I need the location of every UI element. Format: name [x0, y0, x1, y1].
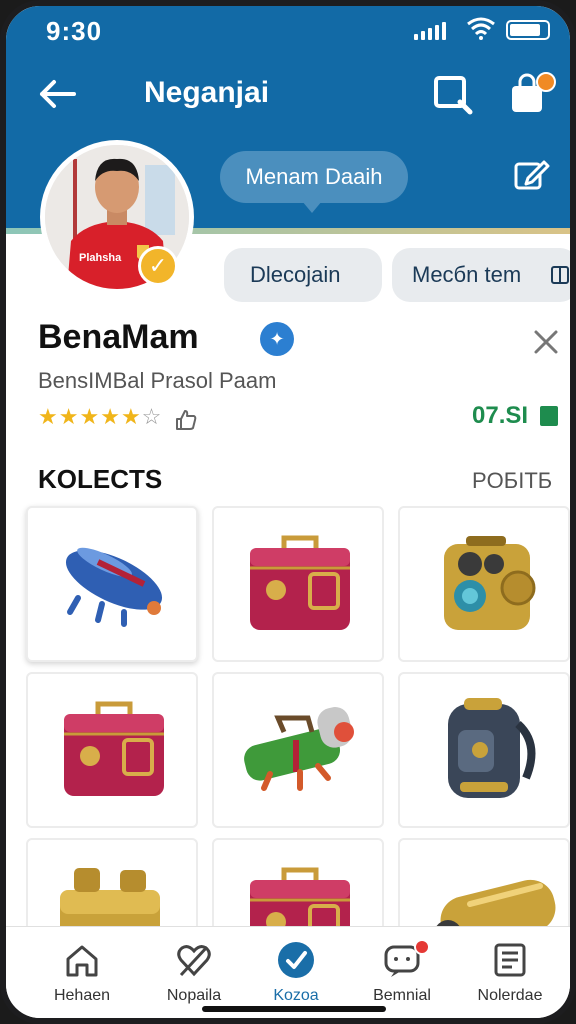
nav-label: Nolerdae — [477, 987, 543, 1004]
thumbs-up-icon[interactable] — [174, 408, 198, 432]
verified-check-icon: ✓ — [138, 246, 178, 286]
nav-item-kozoa[interactable]: Kozoa — [246, 941, 346, 1005]
home-icon — [66, 945, 98, 977]
collection-item[interactable] — [26, 672, 198, 828]
tab-dlecojain[interactable]: Dlecojain — [224, 248, 382, 302]
tab-mecbn-tem[interactable]: Mecбn tem — [392, 248, 570, 302]
collection-item[interactable] — [212, 506, 384, 662]
tab-label: Mecбn tem — [412, 262, 522, 287]
profile-subtitle: BensIMBal Prasol Paam — [38, 368, 277, 393]
status-time: 9:30 — [46, 16, 103, 46]
section-link[interactable]: POБITБ — [472, 468, 552, 494]
star-full-icon: ★ — [100, 404, 121, 429]
back-arrow-icon[interactable] — [34, 74, 78, 114]
edit-icon[interactable] — [512, 156, 550, 194]
section-title: KOLECTS — [38, 464, 163, 494]
red-suitcase-icon — [64, 701, 164, 796]
search-icon[interactable] — [430, 72, 476, 118]
jersey-text: Plahsha — [79, 252, 122, 264]
check-circle-icon — [278, 942, 314, 978]
cart-button[interactable] — [506, 72, 558, 118]
bookmark-icon — [540, 406, 558, 426]
message-bubble[interactable]: Menam Daaih — [220, 151, 408, 213]
battery-icon — [506, 20, 550, 40]
nav-item-nopaila[interactable]: Nopaila — [144, 941, 244, 1005]
wifi-icon — [467, 17, 495, 40]
page-title: Neganjai — [144, 76, 270, 109]
star-full-icon: ★ — [79, 404, 101, 429]
nav-label: Kozoa — [273, 987, 319, 1004]
signal-icon — [414, 20, 446, 40]
star-full-icon: ★ — [38, 404, 59, 429]
collection-item[interactable] — [398, 672, 570, 828]
status-bar: 9:30 — [6, 6, 570, 54]
nav-label: Bemnial — [373, 987, 431, 1004]
collection-item[interactable] — [212, 672, 384, 828]
nav-item-bemnial[interactable]: Bemnial — [352, 939, 452, 1005]
nav-item-hehaen[interactable]: Hehaen — [32, 941, 132, 1005]
nav-item-nolerdae[interactable]: Nolerdae — [460, 941, 560, 1005]
blue-capsule-robot-icon — [65, 547, 163, 627]
star-full-icon: ★ — [58, 404, 80, 429]
green-cannon-robot-icon — [244, 707, 354, 791]
balance-amount: 07.SI — [472, 402, 529, 429]
heart-slash-icon — [177, 945, 211, 977]
list-icon — [494, 943, 526, 977]
close-icon[interactable] — [530, 326, 562, 358]
book-icon — [551, 266, 569, 284]
gold-camera-device-icon — [444, 536, 536, 630]
star-half-icon: ★ — [120, 404, 142, 429]
phone-screen: 9:30 Neganjai Plahsha ✓ Menam Daaih Dlec… — [0, 0, 576, 1024]
home-indicator — [202, 1006, 386, 1012]
notification-dot — [536, 72, 556, 92]
collection-item[interactable] — [26, 506, 198, 662]
dark-backpack-icon — [448, 698, 536, 798]
red-suitcase-icon — [250, 535, 350, 630]
nav-label: Nopaila — [166, 987, 222, 1004]
rating-stars: ★★★★★☆ — [38, 404, 162, 430]
star-empty-icon: ☆ — [141, 404, 163, 429]
verified-badge-icon: ✦ — [260, 322, 294, 356]
profile-name: BenaMam — [38, 318, 199, 356]
collection-item[interactable] — [398, 506, 570, 662]
nav-label: Hehaen — [53, 987, 111, 1004]
nav-badge — [414, 939, 430, 955]
